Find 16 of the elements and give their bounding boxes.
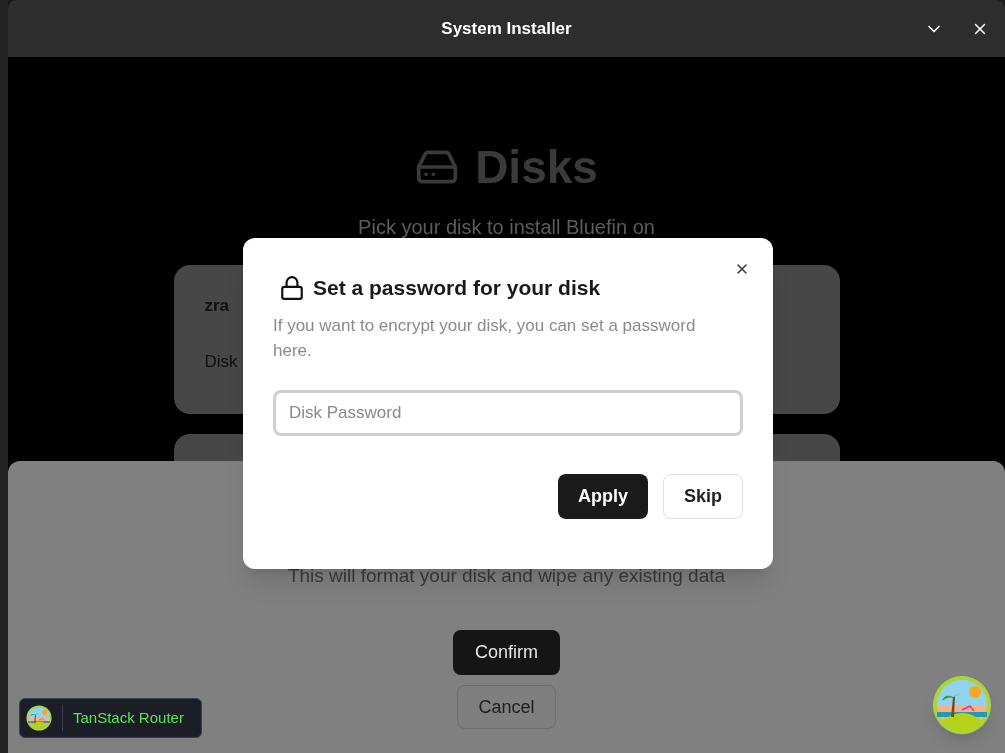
confirm-button[interactable]: Confirm <box>453 630 560 675</box>
lock-icon <box>279 274 305 301</box>
cancel-button[interactable]: Cancel <box>457 685 556 729</box>
password-field[interactable]: Disk Password <box>273 389 743 436</box>
island-logo-icon[interactable] <box>26 705 52 731</box>
apply-button[interactable]: Apply <box>557 473 648 519</box>
warning-text: This will format your disk and wipe any existing data <box>287 564 726 588</box>
page-heading: Disks <box>475 143 598 191</box>
dialog-description: If you want to encrypt your disk, you can set a password here. <box>273 314 697 362</box>
skip-button[interactable]: Skip <box>663 473 743 519</box>
page-subtitle: Pick your disk to install Bluefin on <box>358 215 655 239</box>
dialog-title: Set a password for your disk <box>313 275 601 301</box>
close-icon <box>734 261 750 277</box>
devtools-badge[interactable]: TanStack Router <box>19 698 202 738</box>
devtools-label: TanStack Router <box>73 707 184 728</box>
window-title: System Installer <box>441 17 572 40</box>
